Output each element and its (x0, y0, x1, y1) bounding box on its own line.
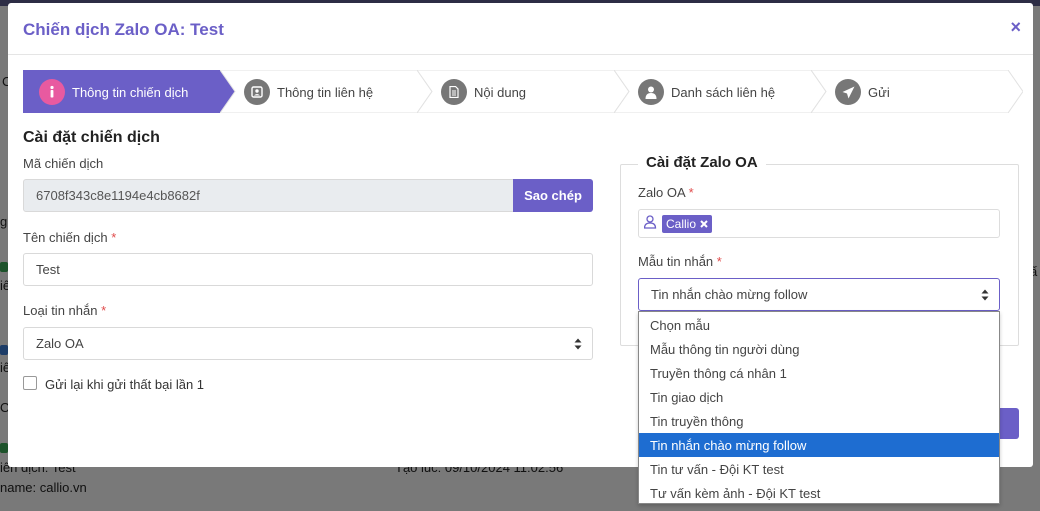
step-send[interactable]: Gửi (811, 70, 1023, 113)
user-icon (638, 79, 664, 105)
step-label: Thông tin liên hệ (277, 85, 374, 100)
zalo-oa-label: Zalo OA * (638, 185, 694, 200)
dropdown-option[interactable]: Tin giao dịch (639, 385, 999, 409)
close-icon[interactable]: × (1010, 17, 1021, 38)
step-label: Danh sách liên hệ (671, 85, 776, 100)
user-icon (644, 215, 657, 229)
step-contact-info[interactable]: Thông tin liên hệ (220, 70, 432, 113)
wizard-steps: Thông tin chiến dịch Thông tin liên hệ N… (23, 70, 1023, 113)
modal-header: Chiến dịch Zalo OA: Test × (8, 3, 1033, 55)
campaign-name-label-text: Tên chiến dịch (23, 230, 108, 245)
dropdown-option[interactable]: Mẫu thông tin người dùng (639, 337, 999, 361)
zalo-oa-label-text: Zalo OA (638, 185, 685, 200)
message-type-label-text: Loại tin nhắn (23, 303, 98, 318)
dropdown-option[interactable]: Chọn mẫu (639, 313, 999, 337)
dropdown-option[interactable]: Tin truyền thông (639, 409, 999, 433)
message-type-label: Loại tin nhắn * (23, 303, 106, 318)
message-type-value: Zalo OA (36, 336, 84, 351)
message-type-select[interactable]: Zalo OA (23, 327, 593, 360)
campaign-name-label: Tên chiến dịch * (23, 230, 116, 245)
section-title: Cài đặt chiến dịch (23, 129, 160, 146)
template-dropdown-list: Chọn mẫu Mẫu thông tin người dùng Truyền… (638, 311, 1000, 504)
dropdown-option[interactable]: Tư vấn kèm ảnh - Đội KT test (639, 481, 999, 505)
retry-checkbox[interactable] (23, 376, 37, 390)
campaign-code-field[interactable]: 6708f343c8e1194e4cb8682f (23, 179, 514, 212)
step-label: Thông tin chiến dịch (72, 85, 189, 100)
modal-title: Chiến dịch Zalo OA: Test (23, 20, 224, 39)
required-mark: * (688, 185, 694, 200)
info-icon (39, 79, 65, 105)
zalo-oa-tag-label: Callio (666, 217, 697, 231)
campaign-code-label: Mã chiến dịch (23, 156, 104, 171)
required-mark: * (716, 254, 722, 269)
step-campaign-info[interactable]: Thông tin chiến dịch (23, 70, 235, 113)
template-select-value: Tin nhắn chào mừng follow (651, 287, 808, 302)
zalo-oa-legend: Cài đặt Zalo OA (638, 154, 766, 171)
step-content[interactable]: Nội dung (417, 70, 629, 113)
template-label: Mẫu tin nhắn * (638, 254, 722, 269)
campaign-name-input[interactable]: Test (23, 253, 593, 286)
dropdown-option-selected[interactable]: Tin nhắn chào mừng follow (639, 433, 999, 457)
send-icon (835, 79, 861, 105)
step-label: Gửi (868, 85, 890, 100)
step-label: Nội dung (474, 85, 527, 100)
select-arrows-icon (981, 289, 989, 301)
required-mark: * (111, 230, 117, 245)
template-select[interactable]: Tin nhắn chào mừng follow (638, 278, 1000, 311)
required-mark: * (101, 303, 107, 318)
contact-card-icon (244, 79, 270, 105)
select-arrows-icon (574, 338, 582, 350)
template-label-text: Mẫu tin nhắn (638, 254, 714, 269)
remove-tag-icon[interactable] (700, 220, 708, 228)
document-icon (441, 79, 467, 105)
dropdown-option[interactable]: Tin tư vấn - Đội KT test (639, 457, 999, 481)
retry-label: Gửi lại khi gửi thất bại lần 1 (45, 377, 205, 392)
copy-button[interactable]: Sao chép (513, 179, 593, 212)
zalo-oa-tag: Callio (662, 215, 713, 233)
dropdown-option[interactable]: Truyền thông cá nhân 1 (639, 361, 999, 385)
step-contact-list[interactable]: Danh sách liên hệ (614, 70, 826, 113)
zalo-oa-tag-input[interactable]: Callio (638, 209, 1000, 238)
